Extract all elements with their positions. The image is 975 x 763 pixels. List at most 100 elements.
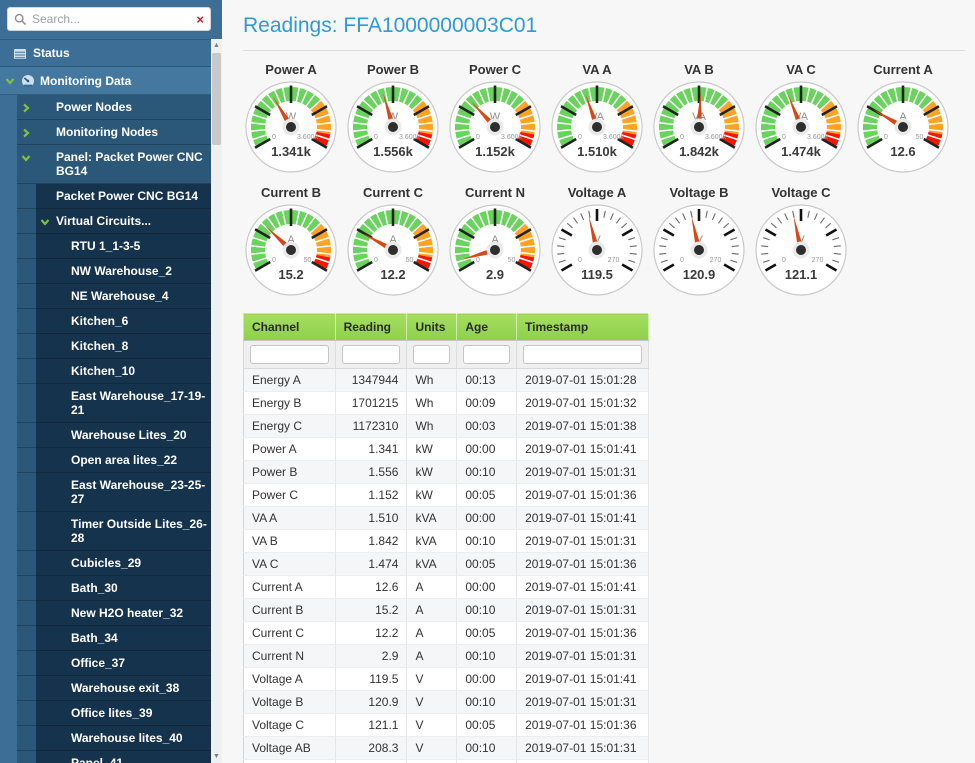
table-row-current-b[interactable]: Current B15.2A00:102019-07-01 15:01:31 <box>244 599 649 622</box>
channel-cell: Voltage A <box>244 668 336 691</box>
sidebar-item-warehouse-exit-38[interactable]: Warehouse exit_38 <box>17 676 211 701</box>
table-row-energy-c[interactable]: Energy C1172310Wh00:032019-07-01 15:01:3… <box>244 415 649 438</box>
table-row-va-b[interactable]: VA B1.842kVA00:102019-07-01 15:01:31 <box>244 530 649 553</box>
table-row-voltage-b[interactable]: Voltage B120.9V00:102019-07-01 15:01:31 <box>244 691 649 714</box>
chevron-right-icon[interactable] <box>21 128 31 138</box>
reading-cell: 1.474 <box>335 553 407 576</box>
table-row-voltage-a[interactable]: Voltage A119.5V00:002019-07-01 15:01:41 <box>244 668 649 691</box>
gauge-hub <box>286 245 296 255</box>
gauge-label: VA C <box>753 62 849 79</box>
sidebar-item-office-lites-39[interactable]: Office lites_39 <box>17 701 211 726</box>
timestamp-cell: 2019-07-01 15:01:41 <box>517 438 649 461</box>
sidebar-item-kitchen-6[interactable]: Kitchen_6 <box>17 309 211 334</box>
sidebar-item-warehouse-lites-20[interactable]: Warehouse Lites_20 <box>17 423 211 448</box>
sidebar-item-label: Warehouse exit_38 <box>71 676 183 700</box>
sidebar-item-kitchen-8[interactable]: Kitchen_8 <box>17 334 211 359</box>
scrollbar-thumb[interactable] <box>212 53 221 145</box>
col-header-channel[interactable]: Channel <box>244 314 336 341</box>
chevron-down-icon[interactable] <box>40 217 50 227</box>
age-cell: 00:05 <box>457 714 517 737</box>
table-row-energy-a[interactable]: Energy A1347944Wh00:132019-07-01 15:01:2… <box>244 369 649 392</box>
table-row-voltage-c[interactable]: Voltage C121.1V00:052019-07-01 15:01:36 <box>244 714 649 737</box>
table-row-current-a[interactable]: Current A12.6A00:002019-07-01 15:01:41 <box>244 576 649 599</box>
units-cell: Wh <box>407 392 457 415</box>
sidebar-item-ne-warehouse-4[interactable]: NE Warehouse_4 <box>17 284 211 309</box>
sidebar-item-virtual-circuits[interactable]: Virtual Circuits... <box>17 209 211 234</box>
timestamp-cell: 2019-07-01 15:01:31 <box>517 645 649 668</box>
sidebar-item-monitoring-data[interactable]: Monitoring Data <box>0 67 211 95</box>
sidebar-item-rtu-1-1-3-5[interactable]: RTU 1_1-3-5 <box>17 234 211 259</box>
search-clear-icon[interactable]: × <box>192 13 204 26</box>
sidebar-item-bath-30[interactable]: Bath_30 <box>17 576 211 601</box>
sidebar-item-office-37[interactable]: Office_37 <box>17 651 211 676</box>
filter-input-timestamp[interactable] <box>523 345 642 364</box>
age-cell: 00:10 <box>457 599 517 622</box>
table-row-current-c[interactable]: Current C12.2A00:052019-07-01 15:01:36 <box>244 622 649 645</box>
table-row-energy-b[interactable]: Energy B1701215Wh00:092019-07-01 15:01:3… <box>244 392 649 415</box>
sidebar-item-east-warehouse-17-19-21[interactable]: East Warehouse_17-19-21 <box>17 384 211 423</box>
title-divider <box>243 50 965 51</box>
search-box[interactable]: × <box>7 7 211 31</box>
timestamp-cell: 2019-07-01 15:01:36 <box>517 553 649 576</box>
table-row-power-b[interactable]: Power B1.556kW00:102019-07-01 15:01:31 <box>244 461 649 484</box>
sidebar-item-power-nodes[interactable]: Power Nodes <box>17 95 211 120</box>
sidebar-item-panel-41[interactable]: Panel_41 <box>17 751 211 763</box>
table-row-va-a[interactable]: VA A1.510kVA00:002019-07-01 15:01:41 <box>244 507 649 530</box>
sidebar-item-status[interactable]: Status <box>0 39 211 67</box>
sidebar-item-cubicles-29[interactable]: Cubicles_29 <box>17 551 211 576</box>
gauge-va-c: VA CVA03.600k1.474k <box>753 62 849 180</box>
scrollbar-down-icon[interactable]: ▼ <box>211 750 222 763</box>
col-header-timestamp[interactable]: Timestamp <box>517 314 649 341</box>
sidebar-item-packet-power-cnc-bg14[interactable]: Packet Power CNC BG14 <box>17 184 211 209</box>
sidebar-item-timer-outside-lites-26-28[interactable]: Timer Outside Lites_26-28 <box>17 512 211 551</box>
gauge-power-b: Power BW03.600k1.556k <box>345 62 441 180</box>
channel-cell: Current N <box>244 645 336 668</box>
sidebar-item-open-area-lites-22[interactable]: Open area lites_22 <box>17 448 211 473</box>
filter-cell-timestamp <box>517 341 649 369</box>
sidebar-item-east-warehouse-23-25-27[interactable]: East Warehouse_23-25-27 <box>17 473 211 512</box>
sidebar-item-label: Status <box>33 41 74 65</box>
gauge-hub <box>592 245 602 255</box>
reading-cell: 1347944 <box>335 369 407 392</box>
table-row-voltage-bc[interactable]: Voltage BC209.6V00:102019-07-01 15:01:31 <box>244 760 649 763</box>
reading-cell: 1.510 <box>335 507 407 530</box>
chevron-down-icon[interactable] <box>21 153 31 163</box>
filter-cell-reading <box>335 341 407 369</box>
sidebar-item-label: Panel_41 <box>71 751 127 763</box>
sidebar-item-bath-34[interactable]: Bath_34 <box>17 626 211 651</box>
sidebar-item-monitoring-nodes[interactable]: Monitoring Nodes <box>17 120 211 145</box>
filter-input-age[interactable] <box>463 345 510 364</box>
sidebar-item-new-h2o-heater-32[interactable]: New H2O heater_32 <box>17 601 211 626</box>
chevron-right-icon[interactable] <box>21 103 31 113</box>
gauge-max-label: 270 <box>608 257 620 264</box>
age-cell: 00:09 <box>457 392 517 415</box>
table-row-va-c[interactable]: VA C1.474kVA00:052019-07-01 15:01:36 <box>244 553 649 576</box>
sidebar-item-label: Kitchen_8 <box>71 334 132 358</box>
channel-cell: Power B <box>244 461 336 484</box>
table-row-power-a[interactable]: Power A1.341kW00:002019-07-01 15:01:41 <box>244 438 649 461</box>
col-header-reading[interactable]: Reading <box>335 314 407 341</box>
sidebar-item-nw-warehouse-2[interactable]: NW Warehouse_2 <box>17 259 211 284</box>
filter-input-reading[interactable] <box>342 345 401 364</box>
col-header-age[interactable]: Age <box>457 314 517 341</box>
gauge-min-label: 0 <box>476 257 480 264</box>
search-input[interactable] <box>32 12 192 26</box>
table-row-current-n[interactable]: Current N2.9A00:102019-07-01 15:01:31 <box>244 645 649 668</box>
table-row-voltage-ab[interactable]: Voltage AB208.3V00:102019-07-01 15:01:31 <box>244 737 649 760</box>
table-row-power-c[interactable]: Power C1.152kW00:052019-07-01 15:01:36 <box>244 484 649 507</box>
scrollbar-up-icon[interactable]: ▲ <box>211 39 222 52</box>
gauge-value: 1.556k <box>373 144 414 159</box>
filter-input-channel[interactable] <box>250 345 329 364</box>
age-cell: 00:05 <box>457 484 517 507</box>
filter-input-units[interactable] <box>413 345 450 364</box>
col-header-units[interactable]: Units <box>407 314 457 341</box>
chevron-down-icon[interactable] <box>5 76 15 86</box>
sidebar-item-kitchen-10[interactable]: Kitchen_10 <box>17 359 211 384</box>
channel-cell: Power A <box>244 438 336 461</box>
sidebar-scrollbar[interactable]: ▲ ▼ <box>211 39 222 763</box>
sidebar-item-warehouse-lites-40[interactable]: Warehouse lites_40 <box>17 726 211 751</box>
gauge-min-label: 0 <box>272 257 276 264</box>
gauge-dial: W03.600k1.152k <box>447 79 543 175</box>
sidebar-item-panel-packet-power-cnc-bg14[interactable]: Panel: Packet Power CNC BG14 <box>17 145 211 184</box>
gauge-hub <box>694 122 704 132</box>
